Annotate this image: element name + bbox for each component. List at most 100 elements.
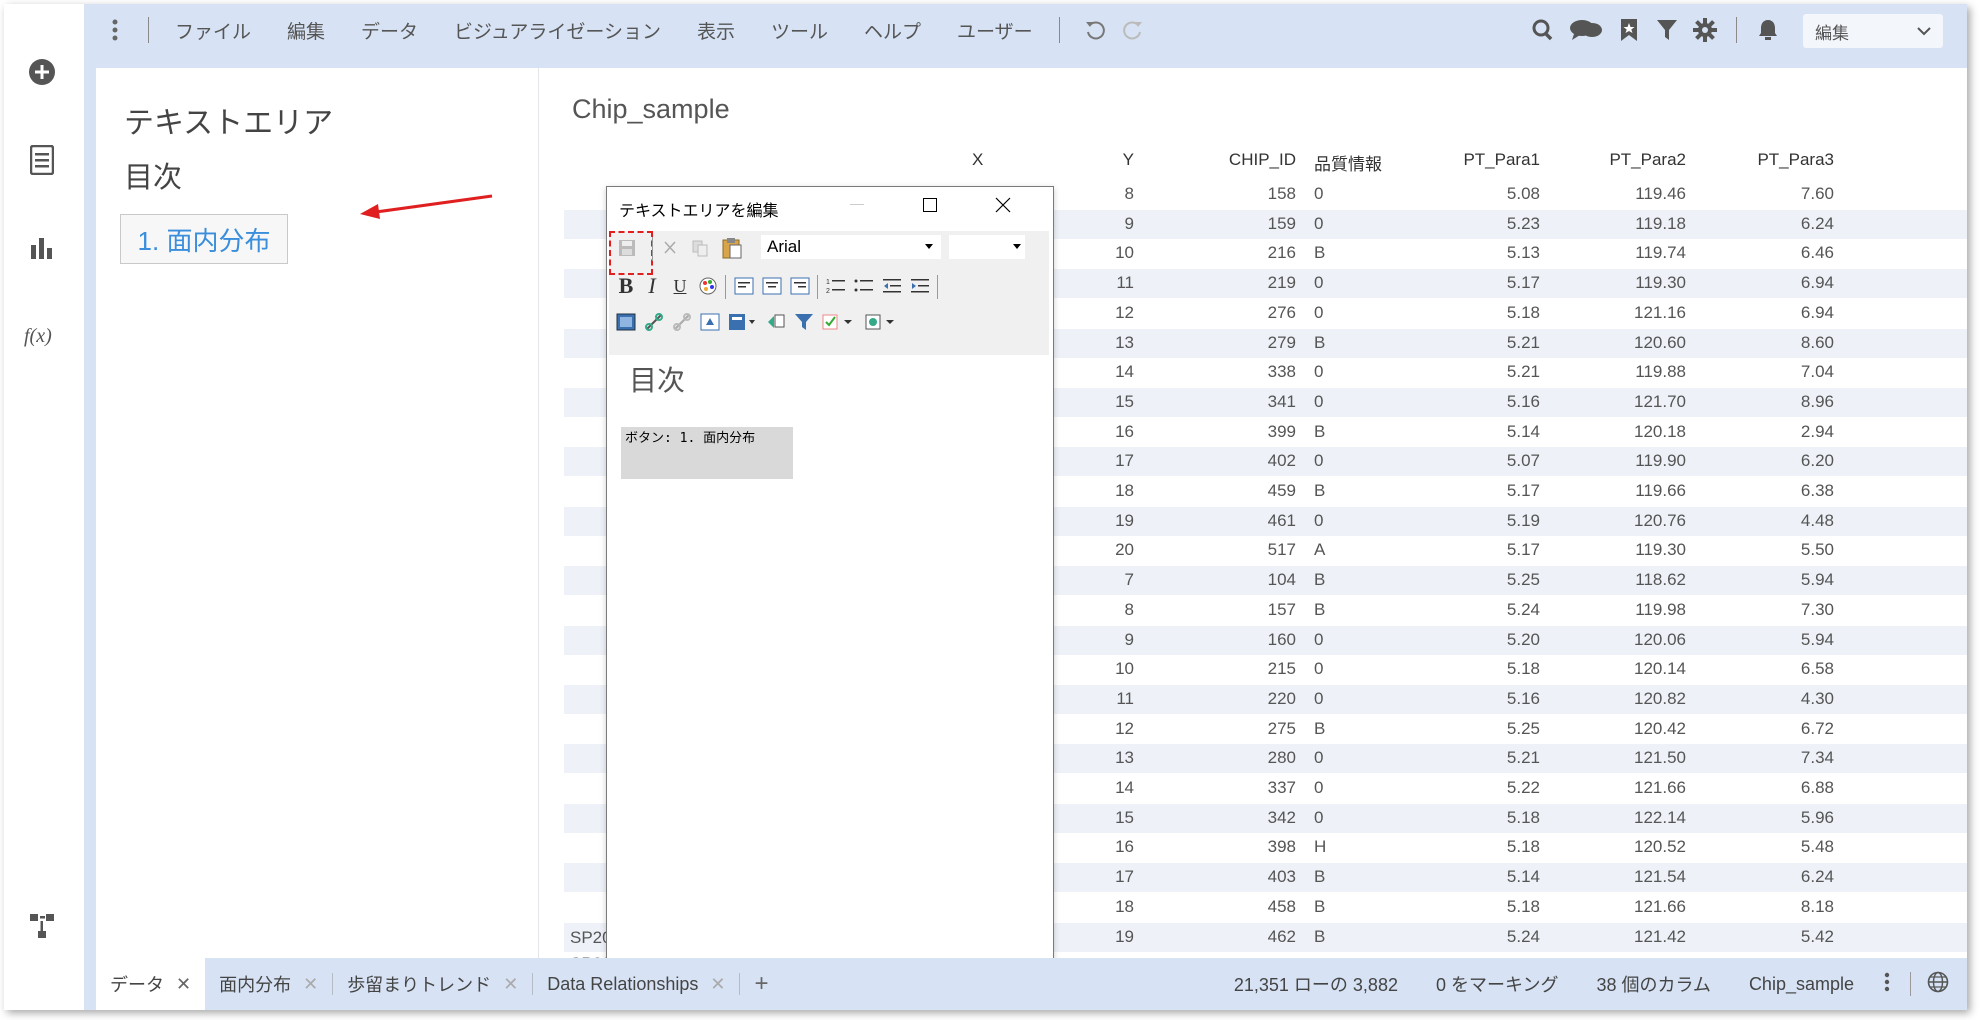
editor-button-placeholder[interactable]: ボタン: 1. 面内分布 bbox=[621, 427, 793, 479]
menu-data[interactable]: データ bbox=[343, 17, 436, 44]
tab-data-relationships[interactable]: Data Relationships ✕ bbox=[533, 958, 739, 1010]
pt-para2-cell: 119.66 bbox=[1635, 481, 1686, 500]
pt-para1-cell: 5.14 bbox=[1506, 867, 1540, 887]
underline-icon[interactable]: U bbox=[669, 275, 691, 297]
filter-control-icon[interactable] bbox=[793, 311, 815, 333]
workspace: ファイル 編集 データ ビジュアライゼーション 表示 ツール ヘルプ ユーザー bbox=[84, 4, 1967, 1010]
filter-icon[interactable] bbox=[1650, 13, 1684, 47]
insert-filter-icon[interactable] bbox=[765, 311, 787, 333]
more-vertical-icon[interactable] bbox=[1884, 972, 1890, 997]
function-icon[interactable]: f(x) bbox=[20, 314, 64, 358]
hierarchy-icon[interactable] bbox=[20, 904, 64, 948]
checkbox-control-icon[interactable] bbox=[821, 311, 855, 333]
close-icon[interactable]: ✕ bbox=[710, 974, 725, 995]
italic-icon[interactable]: I bbox=[641, 273, 663, 298]
add-icon[interactable] bbox=[20, 50, 64, 94]
y-cell: 11 bbox=[1116, 273, 1134, 293]
comments-icon[interactable] bbox=[1564, 13, 1608, 47]
column-header-y[interactable]: Y bbox=[1084, 150, 1134, 170]
chevron-down-icon bbox=[1917, 27, 1931, 36]
quality-cell: 0 bbox=[1314, 362, 1324, 382]
tab-data[interactable]: データ ✕ bbox=[96, 958, 206, 1010]
y-cell: 11 bbox=[1116, 688, 1134, 708]
font-family-select[interactable]: Arial bbox=[761, 235, 941, 259]
pt-para1-cell: 5.17 bbox=[1506, 481, 1540, 500]
data-table-icon[interactable] bbox=[20, 138, 64, 182]
row-count-status[interactable]: 21,351 ローの 3,882 bbox=[1234, 971, 1398, 997]
insert-image-icon[interactable] bbox=[615, 311, 637, 333]
pt-para1-cell: 5.24 bbox=[1506, 599, 1540, 619]
copy-icon[interactable] bbox=[689, 237, 711, 259]
paste-icon[interactable] bbox=[719, 235, 745, 261]
align-left-icon[interactable] bbox=[733, 275, 755, 297]
pt-para2-cell: 121.54 bbox=[1634, 867, 1686, 887]
insert-action-icon[interactable] bbox=[699, 311, 721, 333]
menu-user[interactable]: ユーザー bbox=[939, 17, 1051, 44]
menu-tools[interactable]: ツール bbox=[753, 17, 846, 44]
pt-para1-cell: 5.23 bbox=[1506, 213, 1540, 233]
search-icon[interactable] bbox=[1526, 13, 1560, 47]
gear-icon[interactable] bbox=[1688, 13, 1722, 47]
add-page-icon[interactable]: + bbox=[740, 958, 782, 1010]
pt-para2-cell: 121.70 bbox=[1634, 391, 1686, 411]
close-icon[interactable]: ✕ bbox=[176, 974, 191, 995]
font-size-select[interactable] bbox=[949, 235, 1025, 259]
mode-dropdown[interactable]: 編集 bbox=[1803, 14, 1943, 48]
menu-view[interactable]: 表示 bbox=[679, 17, 753, 44]
menu-file[interactable]: ファイル bbox=[157, 17, 269, 44]
quality-cell: 0 bbox=[1314, 748, 1324, 768]
menu-help[interactable]: ヘルプ bbox=[846, 17, 939, 44]
insert-property-icon[interactable] bbox=[727, 311, 757, 333]
bullet-list-icon[interactable] bbox=[853, 275, 875, 297]
more-vertical-icon[interactable] bbox=[98, 13, 132, 47]
chip-id-cell: 280 bbox=[1267, 748, 1296, 768]
tab-wafer-map[interactable]: 面内分布 ✕ bbox=[205, 958, 332, 1010]
bold-icon[interactable]: B bbox=[615, 273, 637, 298]
cut-icon[interactable] bbox=[659, 237, 681, 259]
menu-visualization[interactable]: ビジュアライゼーション bbox=[436, 17, 679, 44]
insert-link-icon[interactable] bbox=[643, 311, 665, 333]
close-icon[interactable] bbox=[983, 191, 1023, 219]
column-header-x[interactable]: X bbox=[972, 150, 983, 170]
chip-id-cell: 458 bbox=[1267, 896, 1296, 916]
chip-id-cell: 517 bbox=[1267, 540, 1296, 560]
pt-para1-cell: 5.20 bbox=[1506, 629, 1540, 649]
minimize-icon[interactable] bbox=[837, 191, 877, 219]
undo-icon[interactable] bbox=[1078, 13, 1112, 47]
column-header-pt-para2[interactable]: PT_Para2 bbox=[1564, 150, 1686, 170]
pt-para3-cell: 5.50 bbox=[1800, 540, 1834, 560]
bell-icon[interactable] bbox=[1751, 13, 1785, 47]
indent-icon[interactable] bbox=[909, 275, 931, 297]
column-header-chip-id[interactable]: CHIP_ID bbox=[1204, 150, 1296, 170]
insert-control-icon[interactable] bbox=[863, 311, 897, 333]
outdent-icon[interactable] bbox=[881, 275, 903, 297]
numbered-list-icon[interactable]: 12 bbox=[825, 275, 847, 297]
bookmark-icon[interactable] bbox=[1612, 13, 1646, 47]
column-count-status[interactable]: 38 個のカラム bbox=[1596, 971, 1710, 997]
tab-label: Data Relationships bbox=[547, 973, 699, 994]
align-right-icon[interactable] bbox=[789, 275, 811, 297]
column-header-pt-para3[interactable]: PT_Para3 bbox=[1724, 150, 1834, 170]
page-nav-button[interactable]: 1. 面内分布 bbox=[120, 214, 288, 264]
quality-cell: B bbox=[1314, 599, 1326, 619]
menu-edit[interactable]: 編集 bbox=[269, 17, 343, 44]
remove-link-icon[interactable] bbox=[671, 311, 693, 333]
color-palette-icon[interactable] bbox=[697, 275, 719, 297]
globe-icon[interactable] bbox=[1927, 971, 1949, 998]
close-icon[interactable]: ✕ bbox=[303, 974, 318, 995]
table-name-status[interactable]: Chip_sample bbox=[1749, 974, 1854, 995]
marking-status[interactable]: 0 をマーキング bbox=[1436, 971, 1558, 997]
maximize-icon[interactable] bbox=[910, 191, 950, 219]
bar-chart-icon[interactable] bbox=[20, 226, 64, 270]
pt-para3-cell: 6.58 bbox=[1800, 659, 1834, 679]
pt-para3-cell: 7.30 bbox=[1800, 599, 1834, 619]
redo-icon[interactable] bbox=[1116, 13, 1150, 47]
align-center-icon[interactable] bbox=[761, 275, 783, 297]
chip-id-cell: 220 bbox=[1267, 688, 1296, 708]
close-icon[interactable]: ✕ bbox=[503, 974, 518, 995]
tab-yield-trend[interactable]: 歩留まりトレンド ✕ bbox=[333, 958, 532, 1010]
column-header-quality[interactable]: 品質情報 bbox=[1314, 150, 1382, 175]
text-area-visualization: テキストエリア 目次 1. 面内分布 bbox=[96, 68, 539, 958]
tab-label: 歩留まりトレンド bbox=[347, 975, 492, 995]
column-header-pt-para1[interactable]: PT_Para1 bbox=[1424, 150, 1540, 170]
